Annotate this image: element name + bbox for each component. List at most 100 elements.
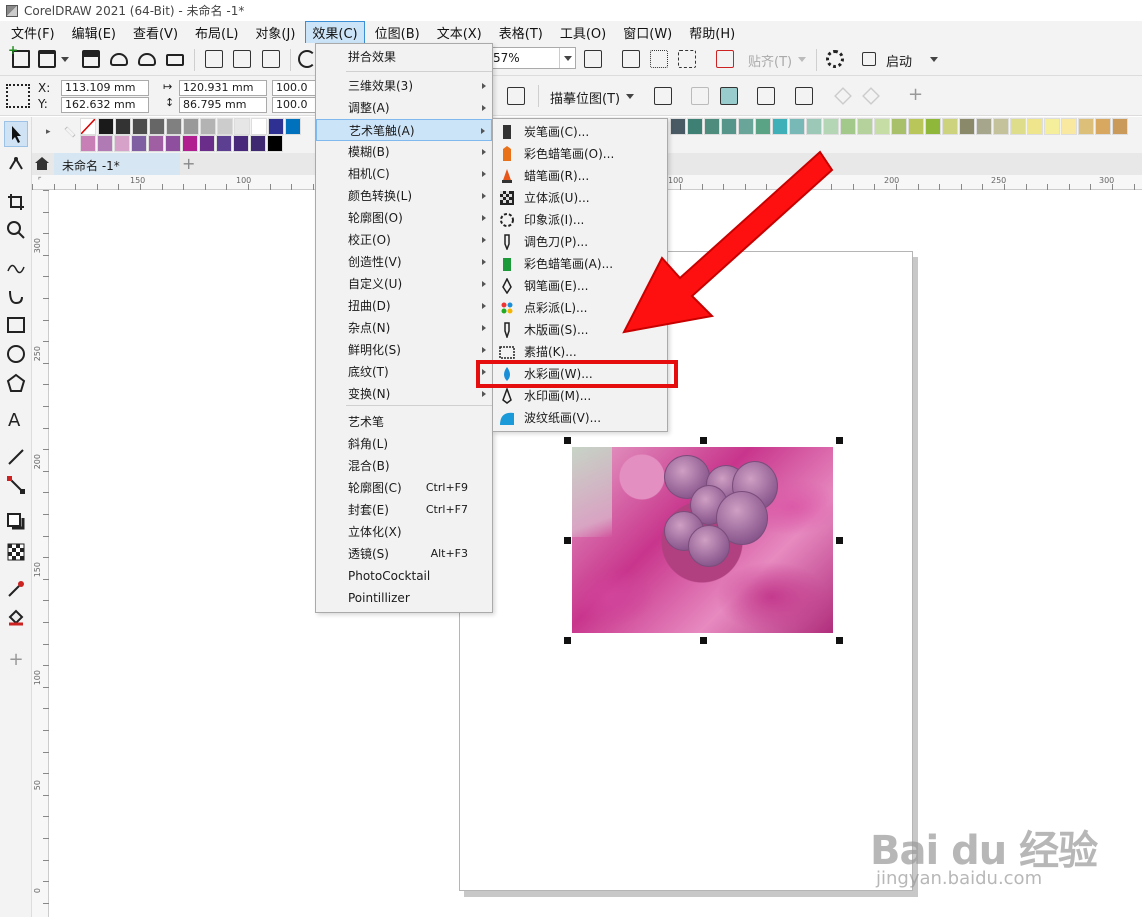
height-field[interactable]: 86.795 mm (179, 97, 267, 113)
selection-handle[interactable] (564, 437, 571, 444)
effects-menu-item[interactable]: 三维效果(3) (316, 75, 492, 97)
add-tab-icon[interactable]: + (182, 154, 195, 173)
menu-item[interactable]: 文本(X) (430, 21, 489, 44)
cloud-download-icon[interactable] (138, 53, 156, 66)
effects-menu-item[interactable]: 创造性(V) (316, 251, 492, 273)
color-swatch[interactable] (1044, 118, 1060, 135)
edit-bitmap-icon[interactable] (757, 87, 775, 105)
palette-scroll-arrow-icon[interactable]: ▸ (46, 127, 51, 137)
grid-toggle-icon[interactable] (650, 50, 668, 68)
palette-eyedropper-icon[interactable] (64, 126, 76, 138)
new-document-icon[interactable] (8, 43, 30, 68)
selection-handle[interactable] (700, 437, 707, 444)
effects-menu-item[interactable]: 调整(A) (316, 97, 492, 119)
rectangle-tool-icon[interactable] (6, 315, 26, 335)
no-color-swatch[interactable] (80, 118, 96, 135)
menu-item[interactable]: 效果(C) (305, 20, 365, 44)
launch-button[interactable]: 启动 (886, 51, 912, 70)
vertical-ruler[interactable]: 300 250 200 150 100 50 0 (32, 190, 49, 917)
color-swatch[interactable] (942, 118, 958, 135)
text-tool-icon[interactable]: A (6, 409, 26, 431)
effects-menu-item[interactable]: 模糊(B) (316, 141, 492, 163)
connector-tool-icon[interactable] (6, 475, 26, 495)
drop-shadow-tool-icon[interactable] (6, 512, 26, 532)
art-strokes-item[interactable]: 水印画(M)... (493, 385, 667, 407)
menu-item[interactable]: 工具(O) (553, 21, 613, 44)
color-swatch[interactable] (165, 135, 181, 152)
color-swatch[interactable] (1061, 118, 1077, 135)
shape-tool-icon[interactable] (6, 155, 26, 175)
color-swatch[interactable] (234, 118, 250, 135)
effects-menu-item[interactable]: Pointillizer (316, 587, 492, 609)
effects-menu-item[interactable]: 杂点(N) (316, 317, 492, 339)
full-screen-icon[interactable] (584, 50, 602, 68)
object-origin-icon[interactable] (6, 84, 30, 108)
ellipse-tool-icon[interactable] (6, 344, 26, 364)
zoom-tool-icon[interactable] (6, 220, 26, 240)
color-swatch[interactable] (80, 135, 96, 152)
color-swatch[interactable] (687, 118, 703, 135)
effects-menu-item[interactable]: 鲜明化(S) (316, 339, 492, 361)
color-swatch[interactable] (840, 118, 856, 135)
trace-bitmap-menu[interactable]: 描摹位图(T) (550, 88, 620, 107)
import-icon[interactable] (205, 50, 223, 68)
menu-item[interactable]: 文件(F) (4, 21, 62, 44)
launch-icon[interactable] (862, 52, 876, 66)
color-swatch[interactable] (216, 135, 232, 152)
color-swatch[interactable] (823, 118, 839, 135)
effects-menu-item[interactable]: 相机(C) (316, 163, 492, 185)
selection-handle[interactable] (700, 637, 707, 644)
color-swatch[interactable] (285, 118, 301, 135)
effects-menu-item[interactable]: 斜角(L) (316, 433, 492, 455)
color-swatch[interactable] (959, 118, 975, 135)
effects-menu-item[interactable]: 变换(N) (316, 383, 492, 405)
effects-menu-item[interactable]: 颜色转换(L) (316, 185, 492, 207)
effects-menu-item[interactable]: 立体化(X) (316, 521, 492, 543)
color-swatch[interactable] (250, 135, 266, 152)
bitmap-edit-icon[interactable] (507, 87, 525, 105)
color-swatch[interactable] (132, 118, 148, 135)
rulers-toggle-icon[interactable] (622, 50, 640, 68)
color-swatch[interactable] (772, 118, 788, 135)
interactive-fill-tool-icon[interactable] (6, 607, 26, 627)
parallel-dimension-tool-icon[interactable] (6, 447, 26, 467)
export-icon[interactable] (233, 50, 251, 68)
color-swatch[interactable] (1078, 118, 1094, 135)
width-field[interactable]: 120.931 mm (179, 80, 267, 96)
chevron-down-icon[interactable] (930, 57, 938, 62)
color-swatch[interactable] (908, 118, 924, 135)
effects-menu-item[interactable]: 混合(B) (316, 455, 492, 477)
selection-handle[interactable] (836, 637, 843, 644)
gear-icon[interactable] (826, 50, 844, 68)
scale-y-field[interactable]: 100.0 (272, 97, 318, 113)
guidelines-toggle-icon[interactable] (678, 50, 696, 68)
menu-item[interactable]: 编辑(E) (65, 21, 123, 44)
menu-item[interactable]: 对象(J) (248, 21, 302, 44)
effects-menu-item[interactable]: 轮廓图(O) (316, 207, 492, 229)
ruler-origin-icon[interactable]: ⌜ (38, 176, 42, 185)
effects-menu-item[interactable]: 艺术笔 (316, 411, 492, 433)
save-icon[interactable] (82, 50, 100, 68)
effects-menu-item[interactable]: 封套(E) Ctrl+F7 (316, 499, 492, 521)
transparency-tool-icon[interactable] (6, 542, 26, 562)
color-swatch[interactable] (182, 135, 198, 152)
crop-bitmap-icon[interactable] (654, 87, 672, 105)
color-swatch[interactable] (233, 135, 249, 152)
color-swatch[interactable] (789, 118, 805, 135)
menu-item[interactable]: 帮助(H) (682, 21, 742, 44)
color-swatch[interactable] (1112, 118, 1128, 135)
color-swatch[interactable] (1027, 118, 1043, 135)
color-swatch[interactable] (97, 135, 113, 152)
eyedropper-tool-icon[interactable] (6, 579, 26, 599)
color-swatch[interactable] (857, 118, 873, 135)
color-swatch[interactable] (114, 135, 130, 152)
effects-menu-item[interactable]: 艺术笔触(A) (316, 119, 492, 141)
effects-menu-item[interactable]: 拼合效果 (316, 46, 492, 68)
selection-handle[interactable] (836, 437, 843, 444)
scale-x-field[interactable]: 100.0 (272, 80, 318, 96)
color-swatch[interactable] (721, 118, 737, 135)
color-swatch[interactable] (976, 118, 992, 135)
color-swatch[interactable] (738, 118, 754, 135)
color-swatch[interactable] (131, 135, 147, 152)
chevron-down-icon[interactable] (798, 57, 806, 62)
